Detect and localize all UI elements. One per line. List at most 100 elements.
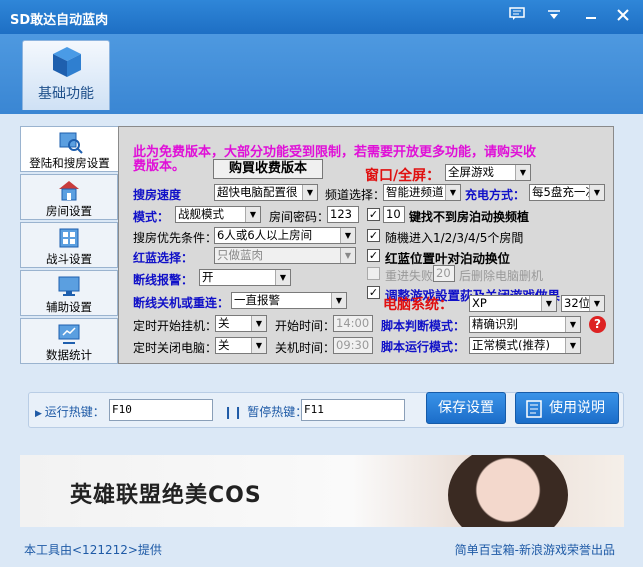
chevron-down-icon: ▼: [565, 317, 580, 332]
run-hotkey-label: ▶ 运行热键：: [35, 405, 105, 419]
charge-select[interactable]: 每5盘充一次 ▼: [529, 184, 605, 201]
free-version-notice-line1: 此为免费版本，大部分功能受到限制，若需要开放更多功能，请购买收: [133, 145, 537, 160]
minimize-icon[interactable]: [580, 6, 602, 28]
os-select[interactable]: XP ▼: [469, 295, 557, 312]
manual-button[interactable]: 使用说明: [515, 392, 619, 424]
reenter-fail-suffix: 后删除电脑删机: [459, 269, 544, 283]
sidenav-item-statistics[interactable]: 数据统计: [20, 318, 118, 364]
reenter-fail-checkbox[interactable]: [367, 267, 380, 280]
chevron-down-icon: ▼: [251, 316, 266, 331]
pc-system-label: 电脑系统：: [383, 297, 453, 313]
window-mode-select[interactable]: 全屏游戏 ▼: [445, 164, 531, 181]
timed-start-label: 定时开始挂机：: [133, 319, 218, 333]
pause-hotkey-label: ❙❙ 暂停热键：: [223, 405, 308, 419]
script-judge-label: 脚本判断模式：: [381, 319, 466, 333]
disconnect-action-select[interactable]: 一直报警 ▼: [231, 292, 347, 309]
footer-publisher[interactable]: 简单百宝箱-新浪游戏荣誉出品: [455, 541, 615, 558]
search-room-icon: [59, 132, 83, 154]
run-hotkey-input[interactable]: F10: [109, 399, 213, 421]
footer-provider: 本工具由<121212>提供: [24, 543, 162, 557]
ad-banner-text: 英雄联盟绝美COS: [70, 483, 262, 508]
timed-shutdown-select[interactable]: 关 ▼: [215, 337, 267, 354]
ad-banner[interactable]: 英雄联盟绝美COS: [20, 455, 624, 527]
pause-icon: ❙❙: [223, 405, 248, 419]
monitor-icon: [58, 276, 80, 296]
sidenav-item-login-search[interactable]: 登陆和搜房设置: [20, 126, 118, 172]
red-blue-swap-checkbox[interactable]: ✓: [367, 249, 380, 262]
shutdown-time-input[interactable]: 09:30: [333, 337, 373, 354]
search-priority-select[interactable]: 6人或6人以上房间 ▼: [214, 227, 356, 244]
chevron-down-icon: ▼: [302, 185, 317, 200]
close-icon[interactable]: [612, 6, 634, 28]
cube-icon: [53, 47, 81, 77]
start-time-label: 开始时间：: [275, 319, 336, 333]
chevron-down-icon: ▼: [340, 228, 355, 243]
script-run-select[interactable]: 正常模式(推荐) ▼: [469, 337, 581, 354]
disconnect-action-label: 断线关机或重连：: [133, 296, 230, 310]
tab-basic-functions[interactable]: 基础功能: [22, 40, 110, 110]
room-password-label: 房间密码：: [269, 210, 330, 224]
search-speed-label: 搜房速度: [133, 188, 182, 202]
adjust-game-settings-checkbox[interactable]: ✓: [367, 286, 380, 299]
random-room-label: 随機进入1/2/3/4/5个房間: [385, 231, 524, 245]
auto-switch-channel-checkbox[interactable]: ✓: [367, 208, 380, 221]
disconnect-alarm-label: 断线报警：: [133, 273, 194, 287]
side-navigation: 登陆和搜房设置 房间设置 战斗设置 辅助设置 数据统计: [20, 126, 118, 364]
buy-paid-version-button[interactable]: 购買收费版本: [213, 159, 323, 179]
sidenav-item-room-settings[interactable]: 房间设置: [20, 174, 118, 220]
chevron-down-icon: ▼: [541, 296, 556, 311]
help-icon[interactable]: ?: [589, 316, 606, 333]
chevron-down-icon: ▼: [565, 338, 580, 353]
document-icon: [526, 400, 542, 418]
chevron-down-icon: ▼: [445, 185, 460, 200]
os-bits-select[interactable]: 32位 ▼: [561, 295, 605, 312]
script-run-label: 脚本运行模式：: [381, 340, 466, 354]
auto-switch-channel-label: 键找不到房泊动换频植: [409, 210, 530, 224]
save-settings-button[interactable]: 保存设置: [426, 392, 506, 424]
red-blue-select[interactable]: 只做蓝肉 ▼: [214, 247, 356, 264]
search-speed-select[interactable]: 超快电脑配置很 ▼: [214, 184, 318, 201]
charge-label: 充电方式：: [465, 188, 526, 202]
script-judge-select[interactable]: 精确识别 ▼: [469, 316, 581, 333]
pause-hotkey-input[interactable]: F11: [301, 399, 405, 421]
ad-banner-image: [448, 455, 568, 527]
channel-select[interactable]: 智能进频道 ▼: [383, 184, 461, 201]
channel-label: 频道选择：: [325, 188, 386, 202]
red-blue-label: 红蓝选择：: [133, 251, 194, 265]
sidenav-item-battle-settings[interactable]: 战斗设置: [20, 222, 118, 268]
search-priority-label: 搜房优先条件：: [133, 231, 218, 245]
chevron-down-icon: ▼: [589, 296, 604, 311]
disconnect-alarm-select[interactable]: 开 ▼: [199, 269, 291, 286]
settings-panel: 此为免费版本，大部分功能受到限制，若需要开放更多功能，请购买收 费版本。 购買收…: [118, 126, 614, 364]
reenter-fail-count-input[interactable]: 20: [433, 265, 455, 282]
message-icon[interactable]: [506, 6, 528, 28]
free-version-notice-line2: 费版本。: [133, 159, 186, 174]
reenter-fail-label: 重进失败: [385, 269, 434, 283]
battle-icon: [59, 228, 79, 248]
mode-select[interactable]: 战舰模式 ▼: [175, 206, 261, 223]
timed-shutdown-label: 定时关闭电脑：: [133, 341, 218, 355]
menu-dropdown-icon[interactable]: [543, 6, 565, 28]
window-title: SD敢达自动蓝肉: [10, 13, 109, 28]
chevron-down-icon: ▼: [331, 293, 346, 308]
chevron-down-icon: ▼: [340, 248, 355, 263]
play-icon: ▶: [35, 409, 45, 419]
statistics-icon: [58, 324, 80, 344]
sidenav-item-assist-settings[interactable]: 辅助设置: [20, 270, 118, 316]
shutdown-time-label: 关机时间：: [275, 341, 336, 355]
chevron-down-icon: ▼: [515, 165, 530, 180]
chevron-down-icon: ▼: [589, 185, 604, 200]
tab-label: 基础功能: [38, 86, 94, 102]
chevron-down-icon: ▼: [275, 270, 290, 285]
chevron-down-icon: ▼: [245, 207, 260, 222]
title-bar: SD敢达自动蓝肉: [0, 0, 643, 34]
chevron-down-icon: ▼: [251, 338, 266, 353]
random-room-checkbox[interactable]: ✓: [367, 229, 380, 242]
start-time-input[interactable]: 14:00: [333, 315, 373, 332]
window-mode-label: 窗口/全屏：: [365, 168, 441, 184]
mode-label: 模式：: [133, 210, 170, 224]
house-icon: [59, 181, 79, 201]
room-password-input[interactable]: 123: [327, 206, 359, 223]
timed-start-select[interactable]: 关 ▼: [215, 315, 267, 332]
auto-switch-channel-count-input[interactable]: 10: [383, 206, 405, 223]
